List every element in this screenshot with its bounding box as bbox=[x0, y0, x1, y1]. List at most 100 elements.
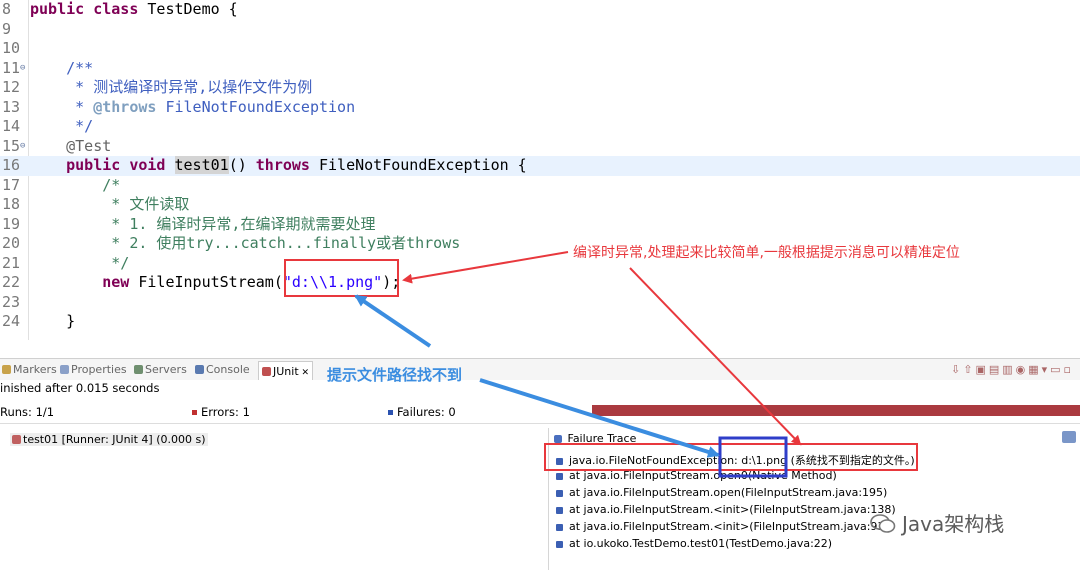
code-token: "d:\\1.png" bbox=[282, 273, 383, 291]
stack-frame-icon bbox=[556, 541, 563, 548]
failures-value: 0 bbox=[448, 405, 456, 419]
code-text: * 1. 编译时异常,在编译期就需要处理 bbox=[30, 215, 375, 235]
tab-markers[interactable]: Markers bbox=[2, 363, 57, 376]
stack-trace-icon bbox=[554, 435, 562, 443]
panel-divider[interactable] bbox=[548, 428, 549, 570]
errors-counter: Errors: 1 bbox=[192, 405, 250, 419]
code-line[interactable]: 22 new FileInputStream("d:\\1.png"); bbox=[0, 273, 1080, 293]
trace-frame-line[interactable]: at io.ukoko.TestDemo.test01(TestDemo.jav… bbox=[556, 537, 832, 550]
errors-label: Errors: bbox=[201, 405, 239, 419]
code-line[interactable]: 13 * @throws FileNotFoundException bbox=[0, 98, 1080, 118]
tab-servers[interactable]: Servers bbox=[134, 363, 187, 376]
line-number: 17 bbox=[2, 175, 21, 194]
code-text: * 文件读取 bbox=[30, 195, 189, 215]
code-line[interactable]: 18 * 文件读取 bbox=[0, 195, 1080, 215]
code-token: * 1. 编译时异常,在编译期就需要处理 bbox=[30, 214, 376, 233]
fold-toggle-icon[interactable]: ⊖ bbox=[20, 59, 25, 79]
code-token: * bbox=[30, 97, 94, 116]
red-annotation-note: 编译时异常,处理起来比较简单,一般根据提示消息可以精准定位 bbox=[573, 245, 960, 261]
test-tree-item[interactable]: test01 [Runner: JUnit 4] (0.000 s) bbox=[10, 433, 208, 446]
code-token: TestDemo { bbox=[147, 0, 238, 18]
stack-frame-icon bbox=[556, 490, 563, 497]
line-number: 22 bbox=[2, 273, 21, 291]
code-token: } bbox=[30, 312, 76, 330]
fold-toggle-icon[interactable]: ⊖ bbox=[20, 137, 25, 157]
test-progress-bar bbox=[592, 405, 1080, 416]
code-text: new FileInputStream("d:\\1.png"); bbox=[30, 273, 400, 293]
code-line[interactable]: 10 bbox=[0, 39, 1080, 59]
compare-results-icon[interactable] bbox=[1062, 431, 1076, 443]
line-number: 9 bbox=[2, 19, 12, 38]
code-token: * 测试编译时异常,以操作文件为例 bbox=[30, 78, 313, 96]
code-line[interactable]: 24 } bbox=[0, 312, 1080, 332]
stack-frame-icon bbox=[556, 473, 563, 480]
trace-frame-line[interactable]: at java.io.FileInputStream.open0(Native … bbox=[556, 469, 837, 482]
code-line[interactable]: 23 bbox=[0, 293, 1080, 313]
code-text: * 测试编译时异常,以操作文件为例 bbox=[30, 78, 312, 98]
code-token: public bbox=[30, 0, 94, 18]
trace-text: at io.ukoko.TestDemo.test01(TestDemo.jav… bbox=[569, 537, 833, 550]
line-number: 10 bbox=[2, 39, 21, 57]
code-token: @throws bbox=[93, 97, 157, 116]
view-tab-bar: ⇩⇧▣▤▥◉▦▾▭▫ Markers Properties Servers Conso… bbox=[0, 358, 1080, 380]
trace-text: at java.io.FileInputStream.<init>(FileIn… bbox=[569, 520, 889, 533]
failure-trace-header: Failure Trace bbox=[554, 432, 636, 445]
tab-console[interactable]: Console bbox=[195, 363, 250, 376]
tab-label: Servers bbox=[145, 363, 187, 376]
properties-icon bbox=[60, 365, 69, 374]
code-line[interactable]: 15 ⊖ @Test bbox=[0, 137, 1080, 157]
failures-counter: Failures: 0 bbox=[388, 405, 456, 419]
stack-frame-icon bbox=[556, 507, 563, 514]
line-number: 8 bbox=[2, 0, 12, 18]
code-token: * 文件读取 bbox=[30, 195, 190, 213]
code-token: @Test bbox=[30, 136, 112, 155]
code-token: ); bbox=[382, 273, 401, 291]
code-text: @Test bbox=[30, 137, 111, 157]
line-number: 14 bbox=[2, 117, 21, 135]
code-text: */ bbox=[30, 254, 129, 274]
code-text: public class TestDemo { bbox=[30, 0, 238, 20]
code-text: /* bbox=[30, 176, 120, 196]
trace-exception-line[interactable]: java.io.FileNotFoundException: d:\1.png … bbox=[556, 452, 915, 468]
trace-frame-line[interactable]: at java.io.FileInputStream.<init>(FileIn… bbox=[556, 503, 896, 516]
exception-icon bbox=[556, 458, 563, 465]
close-icon[interactable]: ✕ bbox=[299, 368, 310, 378]
code-text: * @throws FileNotFoundException bbox=[30, 98, 355, 118]
failures-label: Failures: bbox=[397, 405, 445, 419]
test-tree: test01 [Runner: JUnit 4] (0.000 s) bbox=[0, 428, 548, 570]
code-token: throws bbox=[255, 156, 319, 174]
code-line[interactable]: 9 bbox=[0, 20, 1080, 40]
servers-icon bbox=[134, 365, 143, 374]
line-number: 23 bbox=[2, 292, 21, 311]
code-line[interactable]: 17 /* bbox=[0, 176, 1080, 196]
trace-frame-line[interactable]: at java.io.FileInputStream.<init>(FileIn… bbox=[556, 520, 889, 533]
code-token: void bbox=[129, 156, 175, 174]
tab-junit[interactable]: JUnit ✕ bbox=[258, 361, 314, 380]
code-line[interactable]: 12 * 测试编译时异常,以操作文件为例 bbox=[0, 78, 1080, 98]
code-token: FileNotFoundException { bbox=[319, 156, 527, 174]
code-token: FileNotFoundException bbox=[156, 97, 356, 116]
code-line[interactable]: 14 */ bbox=[0, 117, 1080, 137]
code-editor[interactable]: 8 public class TestDemo { 9 10 11 ⊖ /** 12 * 测… bbox=[0, 0, 1080, 356]
failure-trace-title: Failure Trace bbox=[567, 432, 637, 445]
code-line[interactable]: 19 * 1. 编译时异常,在编译期就需要处理 bbox=[0, 215, 1080, 235]
junit-status-text: inished after 0.015 seconds bbox=[0, 381, 160, 395]
line-number: 16 bbox=[2, 156, 21, 174]
trace-text: at java.io.FileInputStream.<init>(FileIn… bbox=[569, 503, 896, 516]
code-line[interactable]: 11 ⊖ /** bbox=[0, 59, 1080, 79]
code-token: FileInputStream( bbox=[138, 273, 283, 291]
console-icon bbox=[195, 365, 204, 374]
tab-properties[interactable]: Properties bbox=[60, 363, 127, 376]
failure-trace-panel: Failure Trace java.io.FileNotFoundExcept… bbox=[550, 428, 1080, 570]
code-line[interactable]: 16 public void test01() throws FileNotFo… bbox=[0, 156, 1080, 176]
code-token: test01 bbox=[174, 156, 229, 174]
line-number: 12 bbox=[2, 78, 21, 96]
tab-label: Markers bbox=[13, 363, 57, 376]
blue-annotation-note: 提示文件路径找不到 bbox=[327, 366, 463, 384]
code-line[interactable]: 8 public class TestDemo { bbox=[0, 0, 1080, 20]
line-number: 20 bbox=[2, 234, 21, 252]
junit-toolbar-icons[interactable]: ⇩⇧▣▤▥◉▦▾▭▫ bbox=[951, 363, 1074, 376]
trace-frame-line[interactable]: at java.io.FileInputStream.open(FileInpu… bbox=[556, 486, 887, 499]
markers-icon bbox=[2, 365, 11, 374]
code-text: } bbox=[30, 312, 75, 332]
